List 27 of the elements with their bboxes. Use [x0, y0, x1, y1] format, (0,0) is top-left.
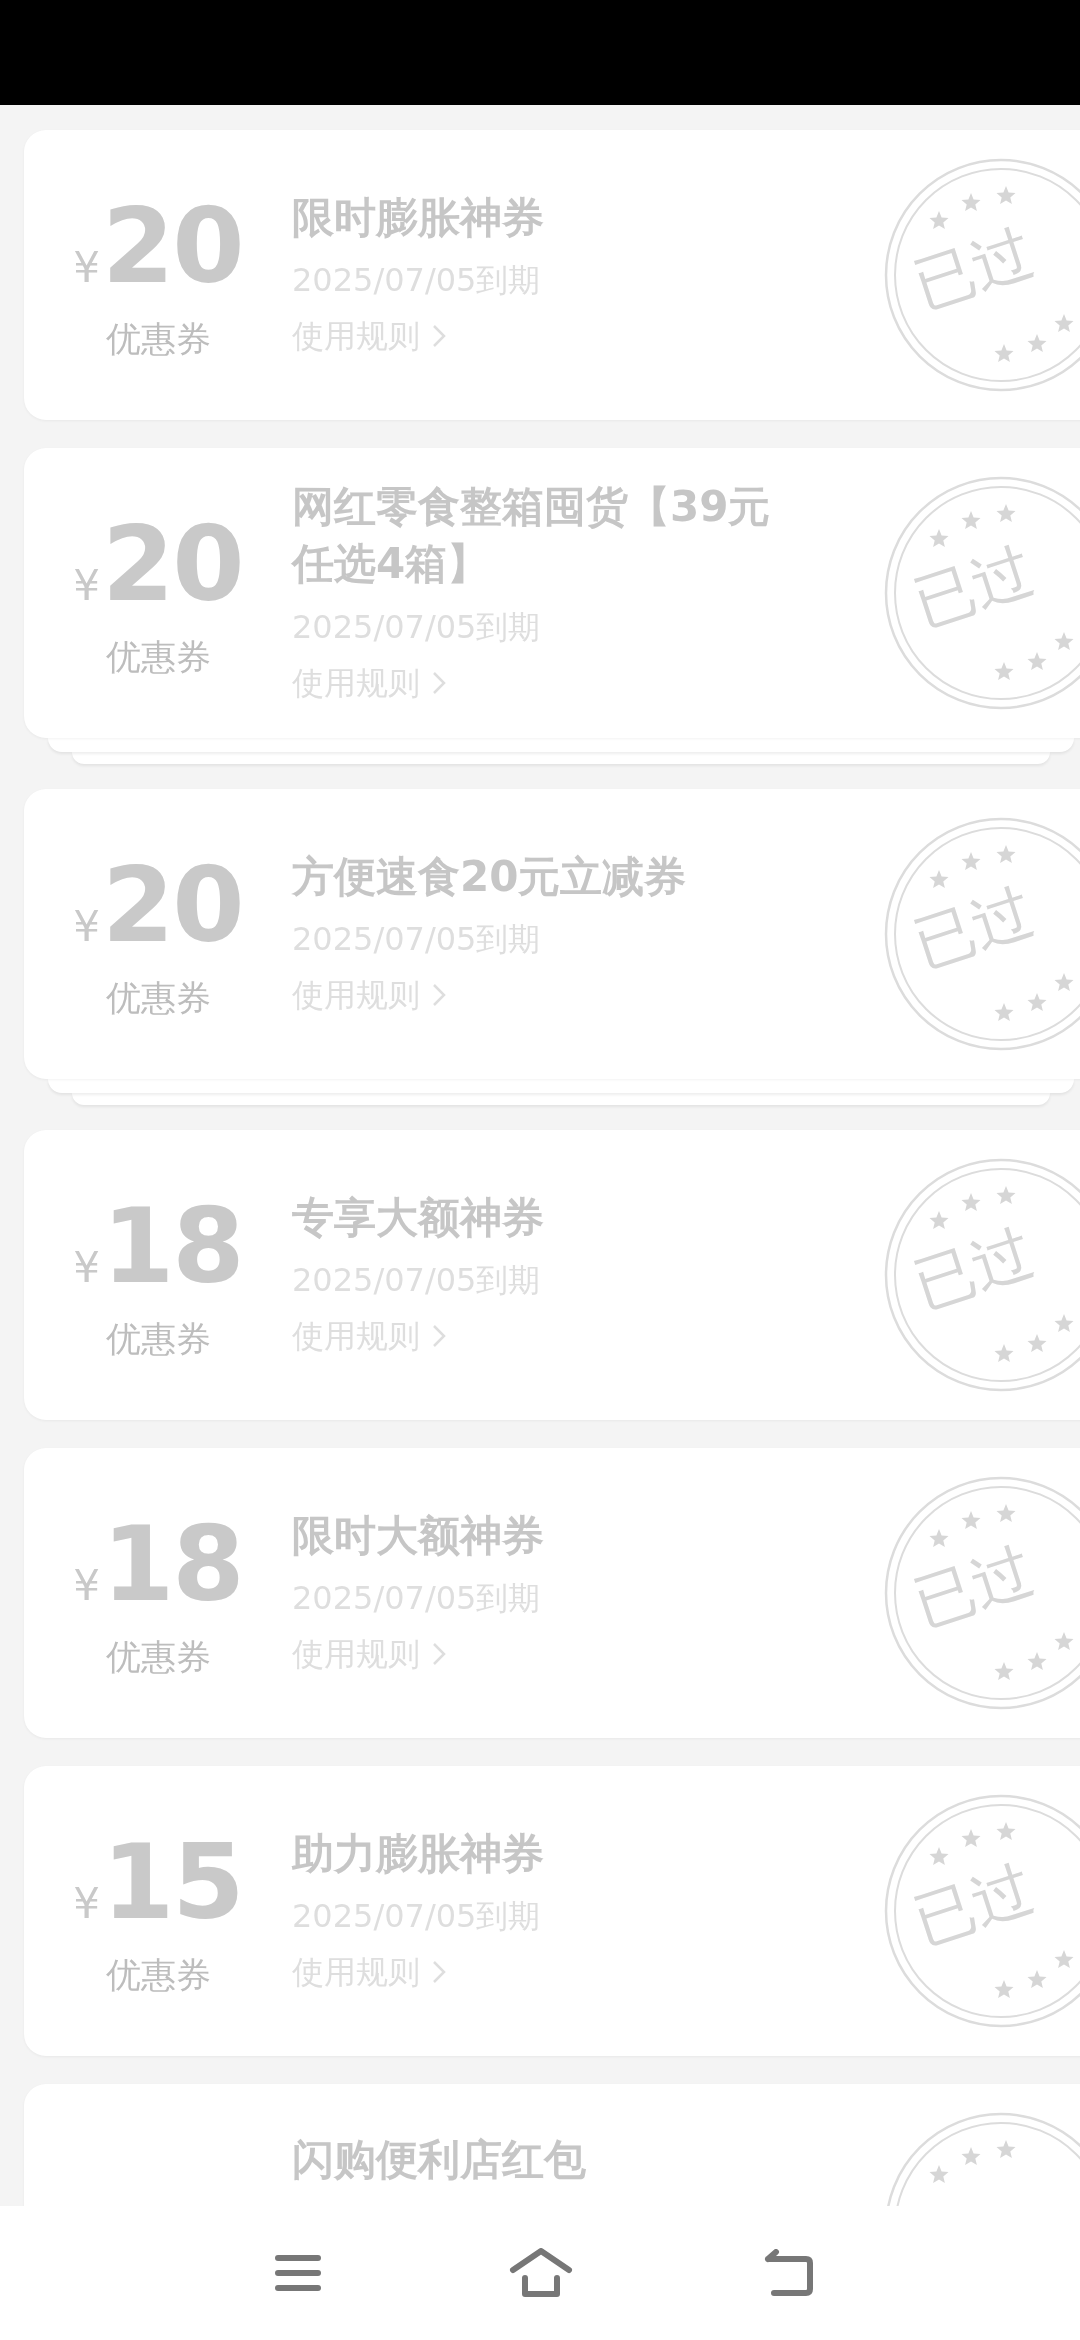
currency-symbol: ¥ [73, 1242, 100, 1294]
currency-symbol: ¥ [73, 242, 100, 294]
menu-icon[interactable] [273, 2253, 322, 2293]
chevron-icon [432, 324, 446, 349]
coupon-title: 限时膨胀神券 [292, 191, 545, 244]
coupon-label: 优惠券 [105, 977, 211, 1020]
coupon-title: 闪购便利店红包 [292, 2134, 587, 2186]
coupon-title: 方便速食20元立减券 [292, 850, 688, 903]
coupon-title: 助力膨胀神券 [292, 1827, 545, 1880]
coupon-label: 优惠券 [105, 636, 211, 679]
chevron-icon [432, 1324, 446, 1349]
home-icon[interactable] [509, 2248, 573, 2298]
coupon-label: 优惠券 [105, 1636, 211, 1679]
coupon-title: 限时大额神券 [292, 1509, 545, 1562]
chevron-icon [432, 1960, 446, 1985]
chevron-icon [432, 983, 446, 1008]
currency-symbol: ¥ [73, 901, 100, 953]
chevron-icon [432, 670, 446, 695]
coupon-title: 网红零食整箱囤货【39元任选4箱】 [292, 481, 772, 590]
currency-symbol: ¥ [73, 1878, 100, 1930]
coupon-label: 优惠券 [105, 318, 211, 361]
chevron-icon [432, 1642, 446, 1667]
coupon-title: 专享大额神券 [292, 1191, 545, 1244]
currency-symbol: ¥ [73, 560, 100, 612]
currency-symbol: ¥ [73, 1560, 100, 1612]
coupon-label: 优惠券 [105, 1318, 211, 1361]
coupon-label: 优惠券 [105, 1954, 211, 1997]
